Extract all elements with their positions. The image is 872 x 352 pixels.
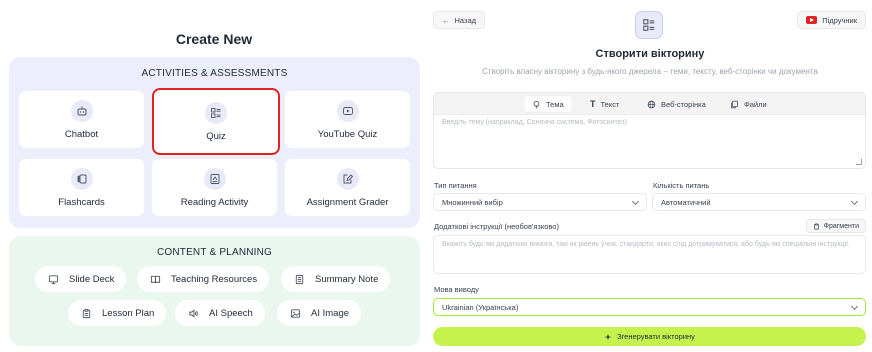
youtube-play-icon (336, 99, 359, 122)
lightbulb-icon (533, 100, 540, 108)
content-label: AI Image (311, 307, 350, 319)
source-input-box: Тема T Текст Веб-сторінка Файли Введіть … (433, 92, 866, 169)
tab-label: Файли (744, 99, 767, 109)
question-type-value: Множинний вибір (442, 197, 503, 207)
output-language-select[interactable]: Ukrainian (Українська) (433, 298, 866, 316)
clipboard-icon (813, 223, 819, 229)
content-heading: CONTENT & PLANNING (156, 247, 273, 258)
clipboard-icon (78, 305, 94, 321)
chevron-down-icon (631, 197, 640, 206)
content-label: Summary Note (315, 273, 379, 285)
page-title: Створити вікторину (595, 48, 705, 60)
arrow-left-icon: ← (442, 15, 450, 25)
youtube-icon (806, 16, 818, 24)
resize-handle-icon[interactable] (856, 159, 862, 165)
activity-label: YouTube Quiz (317, 128, 378, 140)
note-icon (291, 271, 307, 287)
content-summary-note[interactable]: Summary Note (281, 266, 391, 292)
question-count-label: Кількість питань (653, 181, 710, 190)
activity-reading[interactable]: Reading Activity (151, 158, 278, 217)
tutorial-label: Підручник (822, 15, 857, 25)
output-language-value: Ukrainian (Українська) (442, 302, 519, 312)
activity-label: Chatbot (64, 128, 99, 140)
tab-label: Текст (600, 99, 620, 109)
content-label: Slide Deck (69, 273, 115, 285)
flashcards-icon (70, 167, 93, 190)
question-type-select[interactable]: Множинний вибір (433, 193, 647, 211)
chevron-down-icon (850, 302, 859, 311)
tab-webpage[interactable]: Веб-сторінка (639, 96, 714, 112)
activity-assignment-grader[interactable]: Assignment Grader (284, 158, 411, 217)
content-label: Lesson Plan (102, 307, 155, 319)
fragments-label: Фрагменти (823, 222, 859, 230)
globe-icon (647, 100, 656, 108)
back-label: Назад (454, 15, 477, 25)
create-new-panel: Create New ACTIVITIES & ASSESSMENTS Chat… (0, 0, 428, 352)
generate-label: Згенерувати вікторину (617, 332, 695, 341)
source-tabs: Тема T Текст Веб-сторінка Файли (434, 93, 865, 115)
speaker-icon (185, 305, 201, 321)
output-language-label: Мова виводу (434, 285, 479, 294)
content-ai-speech[interactable]: AI Speech (175, 300, 265, 326)
quiz-form-panel: ← Назад Підручник Створити вікторину Ств… (428, 0, 872, 352)
instructions-label: Додаткові інструкції (необов'язково) (434, 222, 559, 231)
tab-label: Веб-сторінка (661, 99, 706, 109)
fragments-button[interactable]: Фрагменти (805, 219, 866, 233)
tab-label: Тема (546, 99, 564, 109)
question-count-select[interactable]: Автоматичний (652, 193, 866, 211)
activity-chatbot[interactable]: Chatbot (18, 90, 145, 149)
question-type-label: Тип питання (434, 181, 477, 190)
activity-flashcards[interactable]: Flashcards (18, 158, 145, 217)
activity-quiz[interactable]: Quiz (152, 88, 280, 155)
content-lesson-plan[interactable]: Lesson Plan (68, 300, 167, 326)
activity-label: Reading Activity (180, 196, 249, 208)
book-open-icon (147, 271, 163, 287)
tab-text[interactable]: T Текст (582, 96, 627, 112)
create-new-title: Create New (175, 31, 253, 47)
activities-heading: ACTIVITIES & ASSESSMENTS (141, 68, 288, 79)
instructions-textarea[interactable]: Вкажіть будь-які додаткові вимоги, такі … (433, 235, 866, 274)
content-ai-image[interactable]: AI Image (277, 300, 362, 326)
grader-edit-icon (336, 167, 359, 190)
topic-input[interactable]: Введіть тему (наприклад, Сонячна система… (442, 119, 627, 126)
tutorial-button[interactable]: Підручник (797, 11, 866, 29)
back-button[interactable]: ← Назад (433, 11, 485, 29)
content-planning-section: CONTENT & PLANNING Slide Deck Teaching R… (9, 236, 420, 346)
tab-topic[interactable]: Тема (524, 96, 572, 112)
quiz-list-icon (205, 101, 227, 124)
tab-files[interactable]: Файли (722, 96, 775, 112)
content-label: Teaching Resources (171, 273, 258, 285)
quiz-list-icon (635, 11, 663, 39)
image-icon (287, 305, 303, 321)
content-teaching-resources[interactable]: Teaching Resources (137, 266, 270, 292)
monitor-icon (45, 271, 61, 287)
content-label: AI Speech (209, 307, 253, 319)
files-icon (731, 100, 738, 108)
question-count-value: Автоматичний (661, 197, 711, 207)
activity-youtube-quiz[interactable]: YouTube Quiz (284, 90, 411, 149)
generate-quiz-button[interactable]: Згенерувати вікторину (433, 327, 866, 346)
activity-label: Quiz (206, 130, 226, 142)
activity-label: Assignment Grader (306, 196, 389, 208)
content-slide-deck[interactable]: Slide Deck (35, 266, 127, 292)
activities-section: ACTIVITIES & ASSESSMENTS Chatbot Quiz Yo… (9, 57, 420, 228)
page-subtitle: Створіть власну вікторину з будь-якого д… (482, 67, 818, 76)
activity-label: Flashcards (58, 196, 105, 208)
instructions-placeholder: Вкажіть будь-які додаткові вимоги, такі … (442, 241, 851, 248)
text-icon: T (590, 99, 596, 109)
reading-doc-icon (203, 167, 226, 190)
chevron-down-icon (850, 197, 859, 206)
bot-icon (70, 99, 93, 122)
sparkle-icon (604, 333, 612, 340)
